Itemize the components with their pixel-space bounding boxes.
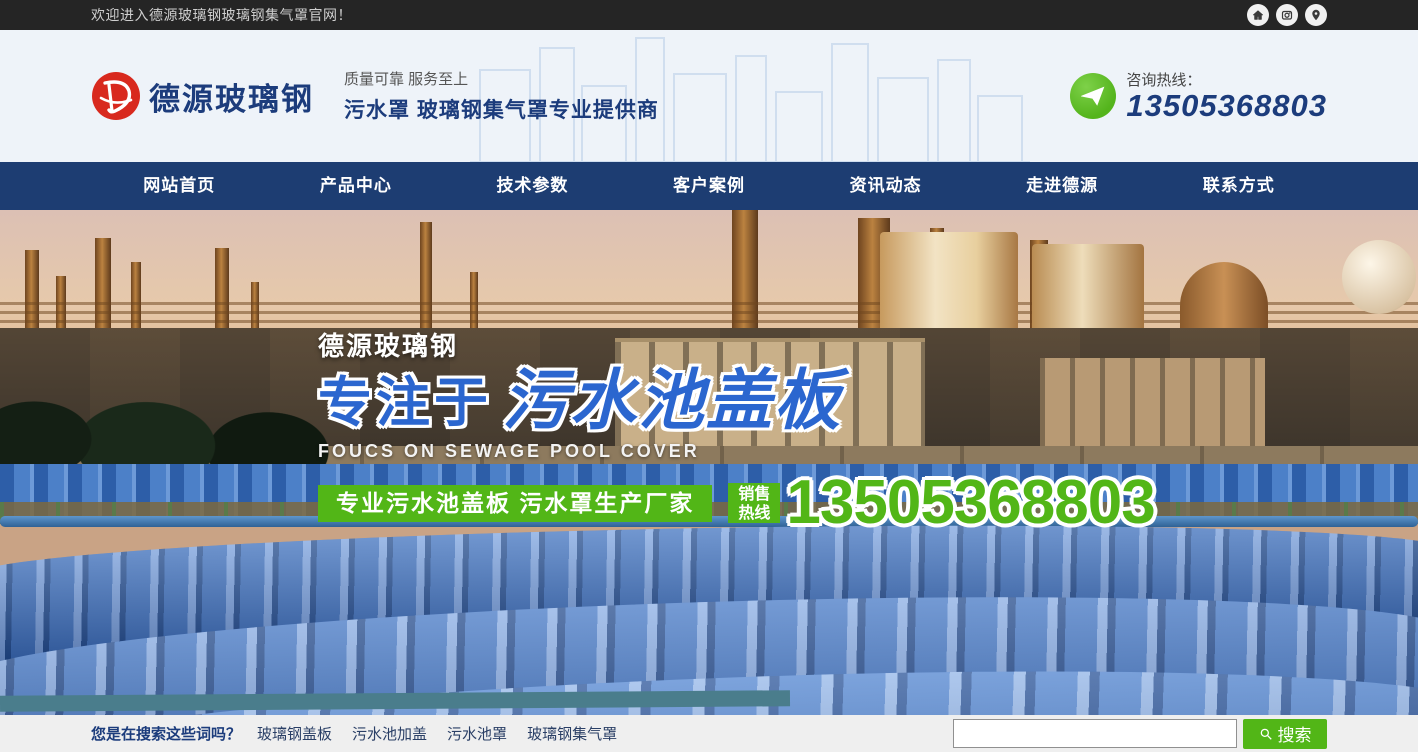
- nav-item-cases[interactable]: 客户案例: [621, 162, 798, 210]
- nav-item-about[interactable]: 走进德源: [974, 162, 1151, 210]
- search-button-label: 搜索: [1278, 721, 1312, 746]
- hero-brand: 德源玻璃钢: [318, 326, 1155, 363]
- home-icon[interactable]: [1247, 4, 1269, 26]
- nav-item-home[interactable]: 网站首页: [91, 162, 268, 210]
- header-slogans: 质量可靠 服务至上 污水罩 玻璃钢集气罩专业提供商: [344, 68, 659, 124]
- sales-label-line2: 热线: [738, 505, 770, 522]
- nav-link[interactable]: 资讯动态: [797, 162, 974, 210]
- top-bar: 欢迎进入德源玻璃钢玻璃钢集气罩官网！: [0, 0, 1418, 30]
- hero-banner: 德源玻璃钢 专注于 污水池盖板 FOUCS ON SEWAGE POOL COV…: [0, 210, 1418, 715]
- nav-item-news[interactable]: 资讯动态: [797, 162, 974, 210]
- hero-badge-row: 专业污水池盖板 污水罩生产厂家 销售 热线 13505368803: [318, 474, 1155, 533]
- hotline-number: 13505368803: [1126, 90, 1327, 123]
- site-header: 德源玻璃钢 质量可靠 服务至上 污水罩 玻璃钢集气罩专业提供商 咨询热线： 13…: [0, 30, 1418, 162]
- hotline-label: 咨询热线：: [1126, 69, 1327, 90]
- nav-link[interactable]: 网站首页: [91, 162, 268, 210]
- search-keyword-link[interactable]: 污水池罩: [447, 723, 507, 744]
- hotline: 咨询热线： 13505368803: [1070, 69, 1327, 123]
- search-group: 搜索: [953, 719, 1327, 749]
- nav-item-products[interactable]: 产品中心: [268, 162, 445, 210]
- logo-icon: [91, 71, 141, 121]
- nav-item-contact[interactable]: 联系方式: [1150, 162, 1327, 210]
- sales-hotline-number: 13505368803: [786, 474, 1154, 533]
- paper-plane-icon: [1070, 73, 1116, 119]
- nav-link[interactable]: 走进德源: [974, 162, 1151, 210]
- hero-subtitle-en: FOUCS ON SEWAGE POOL COVER: [318, 441, 1155, 462]
- nav-link[interactable]: 技术参数: [444, 162, 621, 210]
- nav-link[interactable]: 客户案例: [621, 162, 798, 210]
- welcome-text: 欢迎进入德源玻璃钢玻璃钢集气罩官网！: [91, 5, 352, 25]
- search-button[interactable]: 搜索: [1243, 719, 1327, 749]
- search-bar: 您是在搜索这些词吗？ 玻璃钢盖板 污水池加盖 污水池罩 玻璃钢集气罩 搜索: [0, 715, 1418, 752]
- nav-link[interactable]: 联系方式: [1150, 162, 1327, 210]
- hero-headline-prefix: 专注于: [318, 374, 492, 433]
- main-nav: 网站首页 产品中心 技术参数 客户案例 资讯动态 走进德源 联系方式: [0, 162, 1418, 210]
- logo-text: 德源玻璃钢: [149, 74, 314, 119]
- hero-content: 德源玻璃钢 专注于 污水池盖板 FOUCS ON SEWAGE POOL COV…: [318, 326, 1155, 533]
- search-input[interactable]: [953, 719, 1237, 748]
- slogan-small: 质量可靠 服务至上: [344, 68, 659, 89]
- hero-badge: 专业污水池盖板 污水罩生产厂家: [318, 485, 712, 522]
- social-links: [1247, 4, 1327, 26]
- sales-label-line1: 销售: [738, 486, 770, 503]
- nav-link[interactable]: 产品中心: [268, 162, 445, 210]
- camera-icon[interactable]: [1276, 4, 1298, 26]
- search-icon: [1259, 727, 1273, 741]
- sales-hotline-label: 销售 热线: [728, 483, 780, 523]
- search-keyword-link[interactable]: 玻璃钢盖板: [257, 723, 332, 744]
- location-icon[interactable]: [1305, 4, 1327, 26]
- hot-keywords: 玻璃钢盖板 污水池加盖 污水池罩 玻璃钢集气罩: [257, 723, 617, 744]
- hero-headline-main: 污水池盖板: [502, 367, 842, 433]
- slogan-main: 污水罩 玻璃钢集气罩专业提供商: [344, 94, 659, 124]
- nav-item-specs[interactable]: 技术参数: [444, 162, 621, 210]
- search-question: 您是在搜索这些词吗？: [91, 723, 241, 744]
- hero-headline: 专注于 污水池盖板: [318, 367, 1155, 433]
- logo[interactable]: 德源玻璃钢: [91, 71, 314, 121]
- search-keyword-link[interactable]: 污水池加盖: [352, 723, 427, 744]
- search-keyword-link[interactable]: 玻璃钢集气罩: [527, 723, 617, 744]
